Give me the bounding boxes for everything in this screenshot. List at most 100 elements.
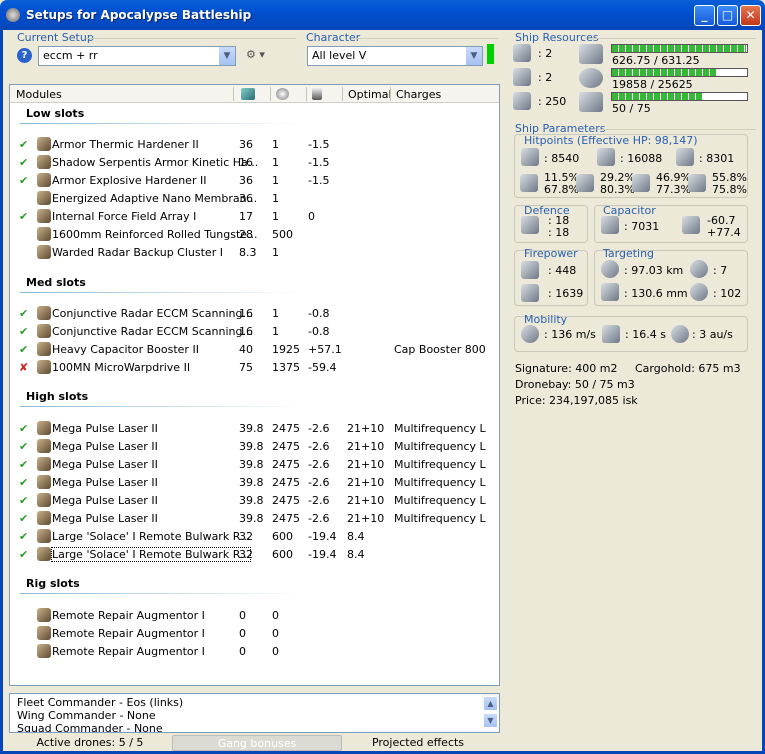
scrollbar[interactable]: ▲ ▼ (482, 694, 499, 728)
module-row[interactable]: Remote Repair Augmentor I 0 0 (10, 642, 499, 660)
gang-bonuses-button[interactable]: Gang bonuses (172, 735, 342, 751)
module-name: Mega Pulse Laser II (52, 458, 158, 471)
module-state-icon[interactable]: ✔ (19, 325, 28, 338)
module-name: Heavy Capacitor Booster II (52, 343, 199, 356)
section-med: Med slots (26, 276, 86, 289)
module-state-icon[interactable]: ✔ (19, 530, 28, 543)
module-row[interactable]: ✔ Armor Thermic Hardener II 36 1 -1.5 (10, 135, 499, 153)
drone-bay-bar-fill (612, 93, 703, 100)
section-divider (20, 292, 305, 293)
module-row[interactable]: ✔ Mega Pulse Laser II 39.8 2475 -2.6 21+10 Mul… (10, 509, 499, 527)
powergrid-bar (611, 68, 748, 77)
module-state-icon[interactable]: ✔ (19, 476, 28, 489)
module-state-icon[interactable]: ✔ (19, 494, 28, 507)
resist-kinetic-b: 77.3% (656, 183, 691, 196)
module-row[interactable]: ✔ Heavy Capacitor Booster II 40 1925 +57.1 Ca… (10, 340, 499, 358)
module-row[interactable]: Remote Repair Augmentor I 0 0 (10, 624, 499, 642)
module-state-icon[interactable]: ✘ (19, 361, 28, 374)
resist-explosive-b: 75.8% (712, 183, 747, 196)
module-row[interactable]: 1600mm Reinforced Rolled Tungste... 28 500 (10, 225, 499, 243)
module-powergrid: 1 (272, 210, 279, 223)
launcher-slots: : 2 (538, 71, 553, 84)
module-row[interactable]: Warded Radar Backup Cluster I 8.3 1 (10, 243, 499, 261)
module-powergrid: 2475 (272, 422, 300, 435)
minimize-button[interactable]: _ (694, 5, 715, 26)
module-row[interactable]: ✔ Conjunctive Radar ECCM Scanning... 16 1 -0… (10, 322, 499, 340)
module-state-icon[interactable]: ✔ (19, 440, 28, 453)
scroll-down-icon[interactable]: ▼ (483, 713, 498, 728)
module-state-icon[interactable]: ✔ (19, 156, 28, 169)
module-state-icon[interactable]: ✔ (19, 512, 28, 525)
module-row[interactable]: ✔ Armor Explosive Hardener II 36 1 -1.5 (10, 171, 499, 189)
module-row[interactable]: ✔ Shadow Serpentis Armor Kinetic Ha... 16 1… (10, 153, 499, 171)
weapon-menu-icon[interactable]: ⚙ ▾ (246, 48, 272, 64)
capacitor-recharge: +77.4 (707, 226, 741, 239)
module-row[interactable]: ✔ Mega Pulse Laser II 39.8 2475 -2.6 21+10 Mul… (10, 491, 499, 509)
module-row[interactable]: ✔ Conjunctive Radar ECCM Scanning... 16 1 -0… (10, 304, 499, 322)
module-state-icon[interactable]: ✔ (19, 138, 28, 151)
module-charge: Multifrequency L (394, 512, 486, 525)
cpu-bar-fill (612, 45, 747, 52)
col-separator (233, 87, 234, 101)
col-charges[interactable]: Charges (396, 88, 441, 101)
module-powergrid: 1375 (272, 361, 300, 374)
col-optimal[interactable]: Optimal (348, 88, 392, 101)
module-icon (37, 324, 51, 338)
signature-radius: Signature: 400 m2 (515, 362, 618, 375)
projected-effects-button[interactable]: Projected effects (338, 735, 498, 751)
col-modules[interactable]: Modules (16, 88, 62, 101)
setup-select[interactable]: eccm + rr ▼ (38, 46, 236, 66)
character-select[interactable]: All level V ▼ (307, 46, 483, 66)
module-row[interactable]: Energized Adaptive Nano Membran... 36 1 (10, 189, 499, 207)
capacitor-icon (312, 88, 322, 100)
module-state-icon[interactable]: ✔ (19, 343, 28, 356)
cargohold: Cargohold: 675 m3 (635, 362, 741, 375)
module-row[interactable]: ✘ 100MN MicroWarpdrive II 75 1375 -59.4 (10, 358, 499, 376)
module-row[interactable]: ✔ Mega Pulse Laser II 39.8 2475 -2.6 21+10 Mul… (10, 437, 499, 455)
help-icon[interactable]: ? (17, 48, 32, 63)
module-powergrid: 2475 (272, 440, 300, 453)
module-row[interactable]: ✔ Large 'Solace' I Remote Bulwark R... 32 6… (10, 545, 499, 563)
launcher-hardpoint-icon (513, 68, 531, 86)
module-icon (37, 457, 51, 471)
module-icon (37, 245, 51, 259)
module-state-icon[interactable]: ✔ (19, 174, 28, 187)
module-state-icon[interactable]: ✔ (19, 548, 28, 561)
module-row[interactable]: ✔ Mega Pulse Laser II 39.8 2475 -2.6 21+10 Mul… (10, 419, 499, 437)
module-state-icon[interactable]: ✔ (19, 458, 28, 471)
hull-icon (676, 148, 694, 166)
module-row[interactable]: ✔ Mega Pulse Laser II 39.8 2475 -2.6 21+10 Mul… (10, 473, 499, 491)
module-row[interactable]: Remote Repair Augmentor I 0 0 (10, 606, 499, 624)
module-row[interactable]: ✔ Internal Force Field Array I 17 1 0 (10, 207, 499, 225)
module-state-icon[interactable]: ✔ (19, 210, 28, 223)
defence-value-b: : 18 (548, 226, 570, 239)
chevron-down-icon[interactable]: ▼ (218, 47, 235, 65)
close-button[interactable]: ✕ (740, 5, 761, 26)
module-state-icon[interactable]: ✔ (19, 307, 28, 320)
module-charge: Cap Booster 800 (394, 343, 486, 356)
scroll-up-icon[interactable]: ▲ (483, 696, 498, 711)
module-row[interactable]: ✔ Large 'Solace' I Remote Bulwark R... 32 6… (10, 527, 499, 545)
module-icon (37, 342, 51, 356)
module-name: 100MN MicroWarpdrive II (52, 361, 191, 374)
chevron-down-icon[interactable]: ▼ (465, 47, 482, 65)
turret-dps-icon (521, 261, 539, 279)
module-cpu: 0 (239, 609, 246, 622)
module-cpu: 39.8 (239, 458, 264, 471)
cpu-icon (579, 44, 603, 64)
module-name: Energized Adaptive Nano Membran... (52, 192, 258, 205)
active-drones-status[interactable]: Active drones: 5 / 5 (4, 735, 176, 751)
module-row[interactable]: ✔ Mega Pulse Laser II 39.8 2475 -2.6 21+10 Mul… (10, 455, 499, 473)
cap-recharge-icon (682, 216, 700, 234)
module-icon (37, 493, 51, 507)
drone-bay-icon (579, 92, 603, 112)
module-icon (37, 626, 51, 640)
fleet-bonus-panel[interactable]: Fleet Commander - Eos (links) Wing Comma… (9, 693, 500, 733)
module-capacitor: -2.6 (308, 440, 330, 453)
module-state-icon[interactable]: ✔ (19, 422, 28, 435)
modules-panel[interactable]: Modules Optimal Charges Low slots ✔ Armor … (9, 84, 500, 686)
module-cpu: 39.8 (239, 440, 264, 453)
title-bar[interactable]: Setups for Apocalypse Battleship _ □ ✕ (0, 0, 765, 30)
maximize-button[interactable]: □ (717, 5, 738, 26)
max-targets-icon (690, 260, 708, 278)
